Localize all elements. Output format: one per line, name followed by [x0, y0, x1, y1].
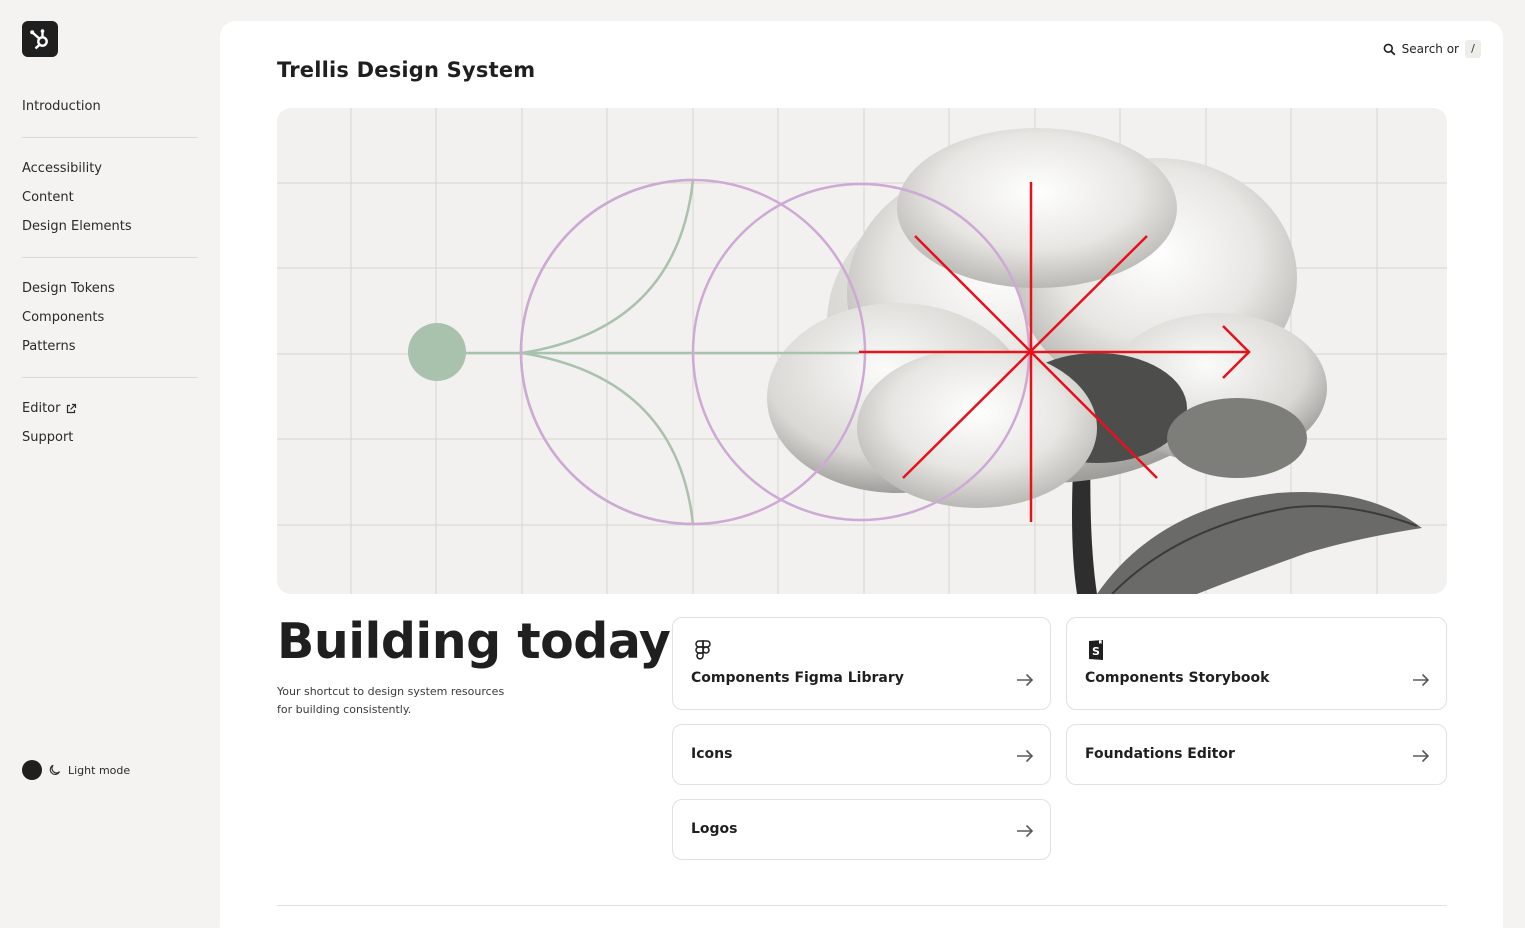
divider — [22, 137, 198, 138]
card-icons[interactable]: Icons — [672, 724, 1051, 785]
sidebar-item-label: Support — [22, 429, 74, 445]
page-title: Trellis Design System — [277, 58, 536, 82]
theme-toggle[interactable]: Light mode — [22, 760, 130, 780]
figma-icon — [695, 640, 711, 660]
sidebar-item-accessibility[interactable]: Accessibility — [22, 154, 198, 183]
sidebar: Introduction Accessibility Content Desig… — [0, 0, 220, 928]
sidebar-item-components[interactable]: Components — [22, 303, 198, 332]
hero-illustration — [277, 108, 1447, 594]
sidebar-nav: Introduction Accessibility Content Desig… — [22, 92, 198, 452]
sidebar-item-introduction[interactable]: Introduction — [22, 92, 198, 121]
divider — [277, 905, 1447, 906]
search-icon — [1383, 43, 1396, 55]
card-components-figma-library[interactable]: Components Figma Library — [672, 617, 1051, 710]
sidebar-item-support[interactable]: Support — [22, 423, 198, 452]
theme-label: Light mode — [68, 763, 131, 777]
search-label: Search or — [1401, 42, 1459, 56]
card-foundations-editor[interactable]: Foundations Editor — [1066, 724, 1447, 785]
arrow-right-icon — [1017, 824, 1034, 838]
headline-subtext: Your shortcut to design system resources… — [277, 685, 505, 716]
headline: Building today — [277, 613, 671, 670]
card-label: Components Storybook — [1085, 670, 1270, 686]
sidebar-item-label: Accessibility — [22, 160, 102, 176]
search-shortcut-key: / — [1465, 40, 1481, 58]
divider — [22, 257, 198, 258]
sidebar-item-editor[interactable]: Editor — [22, 394, 198, 423]
sidebar-item-design-elements[interactable]: Design Elements — [22, 212, 198, 241]
hubspot-logo-icon[interactable] — [22, 21, 58, 57]
green-dot — [408, 323, 466, 381]
arrow-right-icon — [1413, 749, 1430, 763]
divider — [22, 377, 198, 378]
sidebar-item-label: Introduction — [22, 98, 101, 114]
card-label: Icons — [691, 746, 733, 762]
sidebar-item-label: Content — [22, 189, 74, 205]
arrow-right-icon — [1017, 749, 1034, 763]
svg-text:S: S — [1092, 645, 1100, 658]
card-label: Logos — [691, 821, 738, 837]
search-button[interactable]: Search or / — [1383, 40, 1481, 58]
moon-icon — [49, 764, 61, 775]
external-link-icon — [67, 403, 77, 413]
sidebar-item-label: Patterns — [22, 338, 76, 354]
toggle-knob[interactable] — [22, 760, 42, 780]
sidebar-item-patterns[interactable]: Patterns — [22, 332, 198, 361]
card-components-storybook[interactable]: S Components Storybook — [1066, 617, 1447, 710]
card-label: Components Figma Library — [691, 670, 904, 686]
sidebar-item-label: Editor — [22, 400, 61, 416]
sidebar-item-label: Design Tokens — [22, 280, 115, 296]
sidebar-item-label: Components — [22, 309, 105, 325]
sidebar-item-label: Design Elements — [22, 218, 132, 234]
storybook-icon: S — [1089, 640, 1103, 660]
arrow-right-icon — [1017, 673, 1034, 687]
sidebar-item-content[interactable]: Content — [22, 183, 198, 212]
main-panel: Search or / Trellis Design System Buildi… — [220, 21, 1503, 928]
card-logos[interactable]: Logos — [672, 799, 1051, 860]
arrow-right-icon — [1413, 673, 1430, 687]
card-label: Foundations Editor — [1085, 746, 1235, 762]
sidebar-item-design-tokens[interactable]: Design Tokens — [22, 274, 198, 303]
